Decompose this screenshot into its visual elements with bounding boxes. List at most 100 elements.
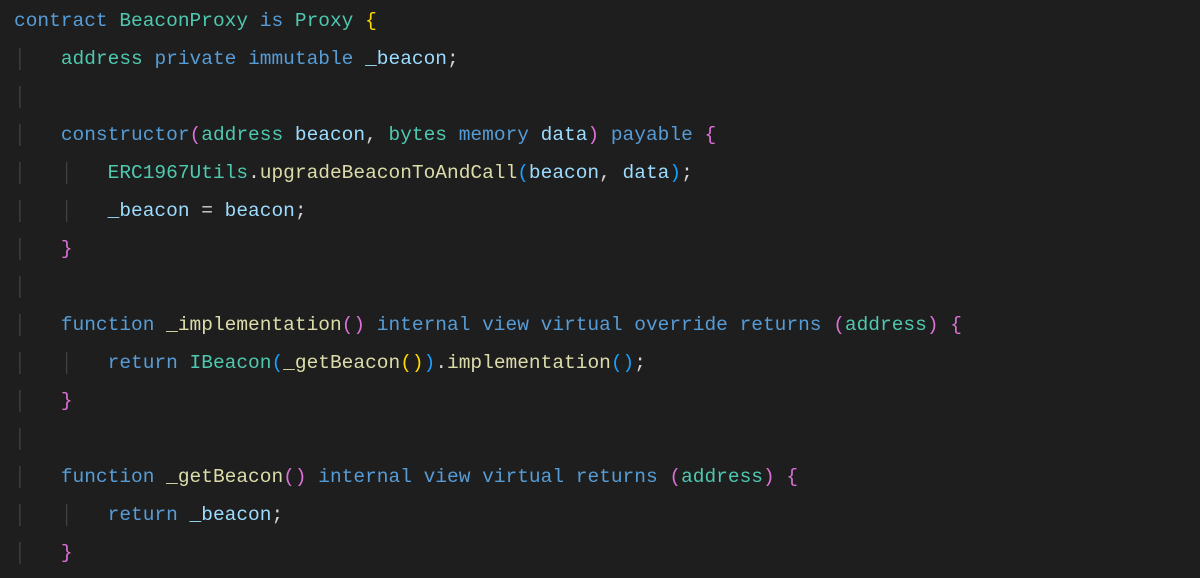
brace-open: {	[786, 466, 798, 488]
type-address: address	[61, 48, 143, 70]
keyword-immutable: immutable	[248, 48, 353, 70]
semicolon: ;	[447, 48, 459, 70]
code-line: │ │ return IBeacon(_getBeacon()).impleme…	[14, 352, 646, 374]
paren-close: )	[669, 162, 681, 184]
keyword-is: is	[260, 10, 283, 32]
paren-close: )	[295, 466, 307, 488]
paren-close: )	[763, 466, 775, 488]
op-assign: =	[201, 200, 213, 222]
fn-impl-method: implementation	[447, 352, 611, 374]
code-editor-content[interactable]: contract BeaconProxy is Proxy { │ addres…	[0, 0, 1200, 578]
var-data: data	[623, 162, 670, 184]
fn-getbeacon: _getBeacon	[166, 466, 283, 488]
code-line: │ address private immutable _beacon;	[14, 48, 459, 70]
type-address: address	[681, 466, 763, 488]
code-line: │ }	[14, 390, 73, 412]
code-line: │ }	[14, 238, 73, 260]
var-beacon: beacon	[295, 124, 365, 146]
keyword-view: view	[424, 466, 471, 488]
keyword-override: override	[634, 314, 728, 336]
code-line: │ │ _beacon = beacon;	[14, 200, 307, 222]
var-data: data	[541, 124, 588, 146]
fn-getbeacon: _getBeacon	[283, 352, 400, 374]
paren-open: (	[517, 162, 529, 184]
keyword-function: function	[61, 466, 155, 488]
var-beacon-field: _beacon	[365, 48, 447, 70]
indent-guide: │	[14, 542, 61, 564]
type-proxy: Proxy	[295, 10, 354, 32]
keyword-memory: memory	[459, 124, 529, 146]
paren-close: )	[587, 124, 599, 146]
brace-open: {	[950, 314, 962, 336]
keyword-virtual: virtual	[482, 466, 564, 488]
semicolon: ;	[295, 200, 307, 222]
indent-guide: │	[14, 314, 61, 336]
brace-open: {	[704, 124, 716, 146]
code-line: │ function _implementation() internal vi…	[14, 314, 962, 336]
var-beacon-field: _beacon	[108, 200, 190, 222]
var-beacon: beacon	[529, 162, 599, 184]
keyword-virtual: virtual	[541, 314, 623, 336]
type-erc1967utils: ERC1967Utils	[108, 162, 248, 184]
paren-close: )	[623, 352, 635, 374]
keyword-return: return	[108, 352, 178, 374]
paren-open: (	[190, 124, 202, 146]
code-line: │ constructor(address beacon, bytes memo…	[14, 124, 716, 146]
paren-open: (	[669, 466, 681, 488]
brace-close: }	[61, 542, 73, 564]
semicolon: ;	[271, 504, 283, 526]
keyword-internal: internal	[318, 466, 412, 488]
comma: ,	[365, 124, 377, 146]
code-line: │ }	[14, 542, 73, 564]
indent-guide: │	[14, 390, 61, 412]
type-address: address	[201, 124, 283, 146]
paren-close: )	[927, 314, 939, 336]
type-ibeacon: IBeacon	[190, 352, 272, 374]
keyword-contract: contract	[14, 10, 108, 32]
indent-guide: │	[14, 238, 61, 260]
paren-open: (	[833, 314, 845, 336]
indent-guide: │	[14, 276, 26, 298]
indent-guide: │	[14, 466, 61, 488]
keyword-constructor: constructor	[61, 124, 190, 146]
code-line: │ function _getBeacon() internal view vi…	[14, 466, 798, 488]
indent-guide: │	[14, 86, 26, 108]
type-address: address	[845, 314, 927, 336]
indent-guide: │	[14, 48, 61, 70]
brace-close: }	[61, 390, 73, 412]
fn-implementation: _implementation	[166, 314, 342, 336]
code-line: │	[14, 86, 26, 108]
code-line: │ │ ERC1967Utils.upgradeBeaconToAndCall(…	[14, 162, 693, 184]
var-beacon: beacon	[225, 200, 295, 222]
indent-guide: │	[14, 428, 26, 450]
dot: .	[435, 352, 447, 374]
paren-close: )	[412, 352, 424, 374]
semicolon: ;	[681, 162, 693, 184]
semicolon: ;	[634, 352, 646, 374]
keyword-view: view	[482, 314, 529, 336]
keyword-returns: returns	[740, 314, 822, 336]
comma: ,	[599, 162, 611, 184]
brace-open: {	[365, 10, 377, 32]
indent-guide: │	[14, 124, 61, 146]
code-line: │ │ return _beacon;	[14, 504, 283, 526]
var-beacon-field: _beacon	[190, 504, 272, 526]
indent-guide: │ │	[14, 162, 108, 184]
indent-guide: │ │	[14, 200, 108, 222]
code-line: │	[14, 428, 26, 450]
keyword-private: private	[154, 48, 236, 70]
paren-open: (	[611, 352, 623, 374]
keyword-payable: payable	[611, 124, 693, 146]
keyword-return: return	[108, 504, 178, 526]
code-line: │	[14, 276, 26, 298]
paren-close: )	[424, 352, 436, 374]
paren-open: (	[342, 314, 354, 336]
paren-open: (	[283, 466, 295, 488]
indent-guide: │ │	[14, 504, 108, 526]
keyword-internal: internal	[377, 314, 471, 336]
paren-close: )	[353, 314, 365, 336]
keyword-returns: returns	[576, 466, 658, 488]
dot: .	[248, 162, 260, 184]
type-beaconproxy: BeaconProxy	[119, 10, 248, 32]
keyword-function: function	[61, 314, 155, 336]
